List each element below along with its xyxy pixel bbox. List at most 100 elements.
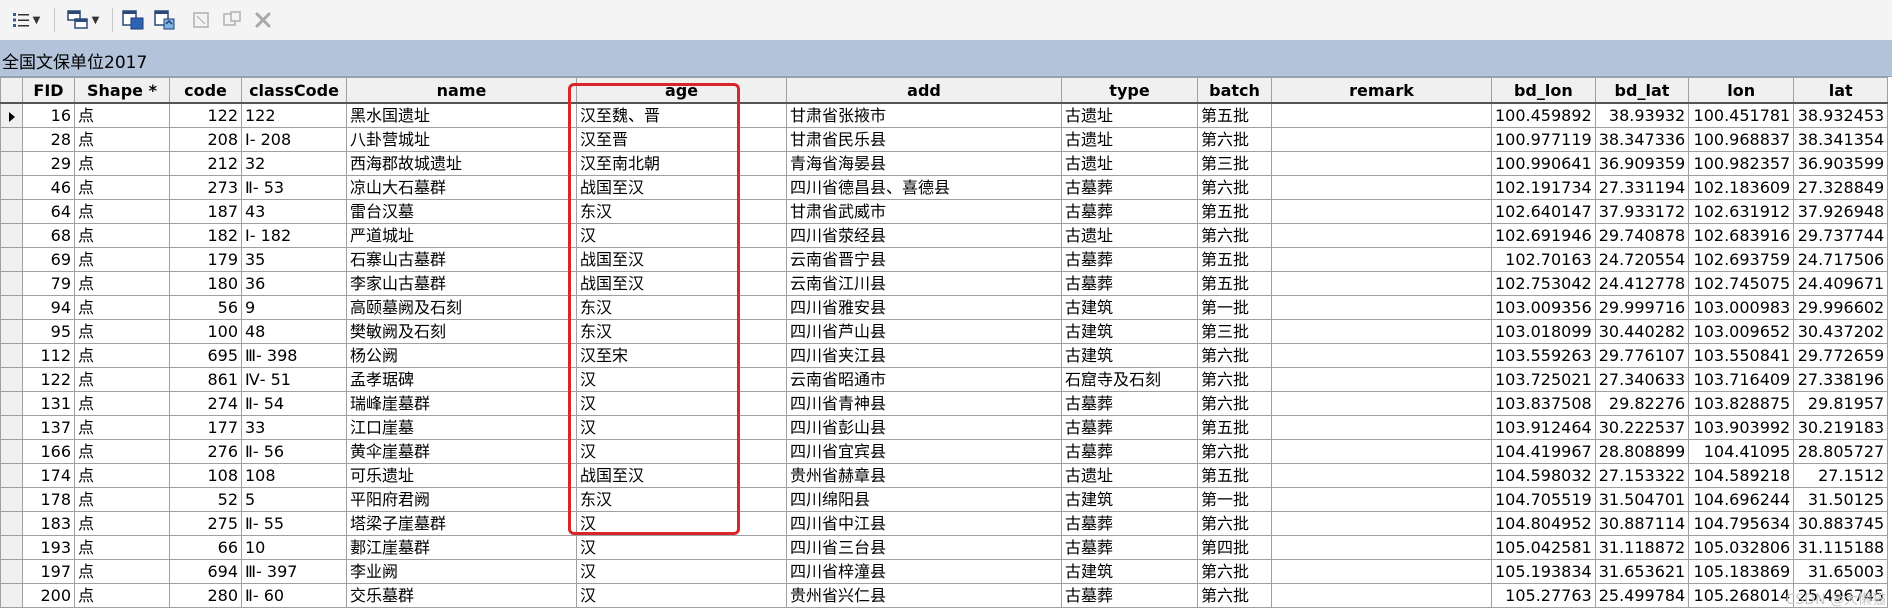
cell-shape[interactable]: 点 [74, 319, 170, 344]
cell-code[interactable]: 276 [169, 439, 242, 464]
table-row[interactable]: 68 点 182 Ⅰ- 182 严道城址汉四川省荥经县 古遗址 第六批 102.691946 2… [0, 223, 1889, 248]
cell-batch[interactable]: 第五批 [1197, 247, 1272, 272]
cell-name[interactable]: 郪江崖墓群 [346, 535, 577, 560]
cell-bd-lon[interactable]: 103.912464 [1491, 415, 1596, 440]
cell-bd-lon[interactable]: 100.459892 [1491, 102, 1596, 128]
cell-name[interactable]: 李业阙 [346, 559, 577, 584]
cell-age[interactable]: 汉 [576, 415, 787, 440]
cell-lat[interactable]: 31.50125 [1793, 487, 1889, 512]
column-header-add[interactable]: add [786, 77, 1062, 104]
cell-batch[interactable]: 第六批 [1197, 391, 1272, 416]
cell-add[interactable]: 四川绵阳县 [786, 487, 1062, 512]
cell-bd-lat[interactable]: 37.933172 [1594, 199, 1690, 224]
cell-bd-lat[interactable]: 31.653621 [1594, 559, 1690, 584]
cell-fid[interactable]: 166 [22, 439, 75, 464]
cell-type[interactable]: 古建筑 [1061, 295, 1198, 320]
cell-lat[interactable]: 37.926948 [1793, 199, 1889, 224]
table-row[interactable]: 137 点 177 33 江口崖墓汉四川省彭山县 古墓葬 第五批 103.912464 30.2… [0, 415, 1889, 440]
cell-bd-lon[interactable]: 100.977119 [1491, 127, 1596, 152]
cell-bd-lon[interactable]: 102.640147 [1491, 199, 1596, 224]
cell-fid[interactable]: 178 [22, 487, 75, 512]
cell-shape[interactable]: 点 [74, 391, 170, 416]
cell-type[interactable]: 古墓葬 [1061, 391, 1198, 416]
row-selector[interactable] [0, 199, 23, 224]
cell-bd-lon[interactable]: 102.70163 [1491, 247, 1596, 272]
row-selector[interactable] [0, 511, 23, 536]
column-header-lat[interactable]: lat [1793, 77, 1889, 104]
column-header-name[interactable]: name [346, 77, 577, 104]
cell-batch[interactable]: 第五批 [1197, 415, 1272, 440]
column-header-code[interactable]: code [169, 77, 242, 104]
cell-shape[interactable]: 点 [74, 463, 170, 488]
cell-name[interactable]: 瑞峰崖墓群 [346, 391, 577, 416]
cell-type[interactable]: 古遗址 [1061, 223, 1198, 248]
cell-bd-lon[interactable]: 105.193834 [1491, 559, 1596, 584]
table-row[interactable]: 174 点 108 108 可乐遗址 战国至汉 贵州省赫章县 古遗址 第五批 104.598032… [0, 463, 1889, 488]
cell-code[interactable]: 274 [169, 391, 242, 416]
cell-add[interactable]: 四川省三台县 [786, 535, 1062, 560]
cell-age[interactable]: 东汉 [576, 319, 787, 344]
cell-classcode[interactable]: Ⅱ- 55 [241, 511, 347, 536]
cell-type[interactable]: 古墓葬 [1061, 415, 1198, 440]
cell-type[interactable]: 古遗址 [1061, 102, 1198, 128]
row-selector[interactable] [0, 247, 23, 272]
cell-classcode[interactable]: 36 [241, 271, 347, 296]
switch-selection-button[interactable] [152, 9, 178, 31]
row-selector[interactable] [0, 487, 23, 512]
cell-fid[interactable]: 137 [22, 415, 75, 440]
row-selector[interactable] [0, 559, 23, 584]
cell-age[interactable]: 东汉 [576, 487, 787, 512]
cell-lon[interactable]: 104.589218 [1688, 463, 1795, 488]
cell-classcode[interactable]: 10 [241, 535, 347, 560]
column-header-batch[interactable]: batch [1197, 77, 1272, 104]
cell-code[interactable]: 182 [169, 223, 242, 248]
cell-code[interactable]: 177 [169, 415, 242, 440]
cell-batch[interactable]: 第一批 [1197, 487, 1272, 512]
cell-name[interactable]: 西海郡故城遗址 [346, 151, 577, 176]
cell-bd-lon[interactable]: 103.018099 [1491, 319, 1596, 344]
cell-age[interactable]: 战国至汉 [576, 247, 787, 272]
cell-classcode[interactable]: 33 [241, 415, 347, 440]
table-row[interactable]: 166 点 276 Ⅱ- 56 黄伞崖墓群汉四川省宜宾县 古墓葬 第六批 104.419967… [0, 439, 1889, 464]
cell-fid[interactable]: 28 [22, 127, 75, 152]
cell-name[interactable]: 八卦营城址 [346, 127, 577, 152]
cell-code[interactable]: 695 [169, 343, 242, 368]
cell-fid[interactable]: 183 [22, 511, 75, 536]
cell-lat[interactable]: 27.328849 [1793, 175, 1889, 200]
cell-lon[interactable]: 104.41095 [1688, 439, 1795, 464]
cell-batch[interactable]: 第五批 [1197, 102, 1272, 128]
cell-code[interactable]: 280 [169, 583, 242, 608]
cell-classcode[interactable]: Ⅳ- 51 [241, 367, 347, 392]
cell-code[interactable]: 100 [169, 319, 242, 344]
cell-classcode[interactable]: Ⅱ- 60 [241, 583, 347, 608]
row-selector[interactable] [0, 535, 23, 560]
cell-batch[interactable]: 第五批 [1197, 199, 1272, 224]
cell-lat[interactable]: 29.737744 [1793, 223, 1889, 248]
cell-age[interactable]: 汉至南北朝 [576, 151, 787, 176]
cell-type[interactable]: 古墓葬 [1061, 511, 1198, 536]
cell-age[interactable]: 汉 [576, 367, 787, 392]
table-row[interactable]: 193 点 66 10 郪江崖墓群汉四川省三台县 古墓葬 第四批 105.042581 31.1… [0, 535, 1889, 560]
cell-bd-lat[interactable]: 24.412778 [1594, 271, 1690, 296]
cell-lon[interactable]: 103.550841 [1688, 343, 1795, 368]
cell-bd-lat[interactable]: 30.887114 [1594, 511, 1690, 536]
cell-batch[interactable]: 第五批 [1197, 463, 1272, 488]
cell-classcode[interactable]: Ⅱ- 54 [241, 391, 347, 416]
cell-code[interactable]: 212 [169, 151, 242, 176]
cell-age[interactable]: 汉至宋 [576, 343, 787, 368]
cell-lon[interactable]: 104.795634 [1688, 511, 1795, 536]
cell-name[interactable]: 可乐遗址 [346, 463, 577, 488]
cell-lon[interactable]: 105.183869 [1688, 559, 1795, 584]
row-selector[interactable] [0, 127, 23, 152]
cell-name[interactable]: 严道城址 [346, 223, 577, 248]
column-header-bd-lon[interactable]: bd_lon [1491, 77, 1596, 104]
cell-lon[interactable]: 105.032806 [1688, 535, 1795, 560]
cell-lon[interactable]: 103.000983 [1688, 295, 1795, 320]
cell-age[interactable]: 战国至汉 [576, 271, 787, 296]
table-row[interactable]: 79 点 180 36 李家山古墓群 战国至汉 云南省江川县 古墓葬 第五批 102.753042… [0, 271, 1889, 296]
column-header-bd-lat[interactable]: bd_lat [1594, 77, 1690, 104]
cell-batch[interactable]: 第六批 [1197, 127, 1272, 152]
cell-code[interactable]: 694 [169, 559, 242, 584]
cell-age[interactable]: 汉 [576, 583, 787, 608]
cell-bd-lon[interactable]: 104.804952 [1491, 511, 1596, 536]
